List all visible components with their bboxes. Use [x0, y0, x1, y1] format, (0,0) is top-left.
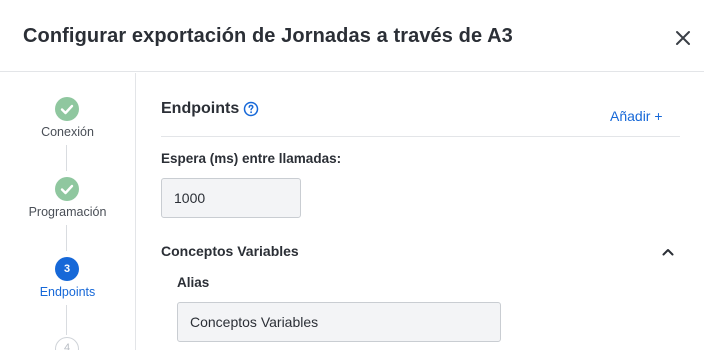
- step-1-check-icon[interactable]: [55, 97, 79, 121]
- wait-ms-input[interactable]: [161, 178, 301, 218]
- step-4-number[interactable]: 4: [55, 337, 79, 350]
- section-title: Endpoints: [161, 100, 240, 117]
- step-2-label[interactable]: Programación: [0, 205, 135, 219]
- section-header: Endpoints Añadir +: [161, 73, 680, 137]
- step-3-label[interactable]: Endpoints: [0, 285, 135, 299]
- close-icon[interactable]: [672, 27, 694, 49]
- step-connector: [66, 305, 67, 335]
- alias-label: Alias: [177, 275, 210, 290]
- step-3-number[interactable]: 3: [55, 257, 79, 281]
- step-connector: [66, 225, 67, 251]
- help-circle-icon[interactable]: [243, 101, 259, 117]
- dialog-header: Configurar exportación de Jornadas a tra…: [0, 0, 704, 72]
- dialog-title: Configurar exportación de Jornadas a tra…: [23, 25, 513, 47]
- group-title: Conceptos Variables: [161, 243, 299, 259]
- endpoints-panel: Endpoints Añadir + Espera (ms) entre lla…: [161, 73, 681, 350]
- check-icon: [60, 184, 74, 195]
- check-icon: [60, 104, 74, 115]
- step-2-check-icon[interactable]: [55, 177, 79, 201]
- step-1-label[interactable]: Conexión: [0, 125, 135, 139]
- add-endpoint-link[interactable]: Añadir +: [610, 108, 663, 124]
- stepper: Conexión Programación 3 Endpoints 4: [0, 73, 136, 350]
- wait-label: Espera (ms) entre llamadas:: [161, 151, 342, 166]
- chevron-up-icon[interactable]: [660, 244, 676, 260]
- alias-input[interactable]: [177, 302, 501, 342]
- step-connector: [66, 145, 67, 171]
